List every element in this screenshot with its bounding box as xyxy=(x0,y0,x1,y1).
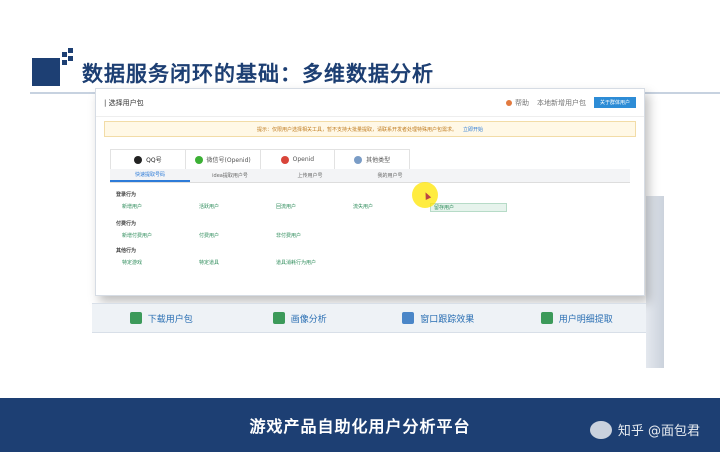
app-header: | 选择用户包 帮助 本地新增用户包 关于群体用户 xyxy=(96,89,644,117)
group-users-button[interactable]: 关于群体用户 xyxy=(593,97,636,108)
action-toolbar: 下载用户包 画像分析 窗口跟踪效果 用户明细提取 xyxy=(92,303,646,333)
profile-analysis-button[interactable]: 画像分析 xyxy=(231,304,370,332)
qq-icon xyxy=(134,155,143,164)
tab-qq[interactable]: QQ号 xyxy=(111,150,186,169)
user-icon xyxy=(505,99,512,106)
option-new-users[interactable]: 新增用户 xyxy=(122,203,199,212)
notice-link[interactable]: 立即开始 xyxy=(463,126,483,133)
watermark: 知乎 @面包君 xyxy=(589,420,700,439)
subtab-upload[interactable]: 上传用户号 xyxy=(270,169,350,182)
window-tracking-button[interactable]: 窗口跟踪效果 xyxy=(369,304,508,332)
group-label-pay: 付费行为 xyxy=(116,221,137,227)
option-returning-users[interactable]: 回流用户 xyxy=(276,203,353,212)
id-type-tabs: QQ号 微信号(Openid) Openid 其他类型 xyxy=(110,149,410,169)
logo-icon xyxy=(32,48,73,88)
slide-title: 数据服务闭环的基础：多维数据分析 xyxy=(82,62,434,86)
people-icon xyxy=(354,155,363,164)
users-icon xyxy=(402,312,415,324)
user-detail-extract-button[interactable]: 用户明细提取 xyxy=(508,304,647,332)
notice-banner: 提示：仅限用户选择相关工具，暂不支持大批量提取，请联系开发者处理特殊用户包需求。… xyxy=(104,121,636,137)
subtab-quick-extract[interactable]: 快速提取号码 xyxy=(110,169,190,182)
add-local-package-link[interactable]: 本地新增用户包 xyxy=(537,98,586,108)
option-specific-game[interactable]: 特定游戏 xyxy=(122,259,199,266)
option-non-paying-users[interactable]: 非付费用户 xyxy=(276,232,353,239)
option-retained-users[interactable]: 留存用户 xyxy=(430,203,507,212)
slide: 数据服务闭环的基础：多维数据分析 | 选择用户包 帮助 本地新增用户包 关于群体… xyxy=(0,0,720,467)
subtab-my-ids[interactable]: 我的用户号 xyxy=(350,169,430,182)
notice-text: 提示：仅限用户选择相关工具，暂不支持大批量提取，请联系开发者处理特殊用户包需求。 xyxy=(256,126,457,133)
group-items-login: 新增用户 活跃用户 回流用户 流失用户 留存用户 xyxy=(122,203,618,212)
group-items-other: 特定游戏 特定道具 道具消耗行为用户 xyxy=(122,259,618,266)
extract-method-tabs: 快速提取号码 idea提取用户号 上传用户号 我的用户号 xyxy=(110,169,630,183)
openid-icon xyxy=(280,155,289,164)
group-label-login: 登录行为 xyxy=(116,192,137,198)
decorative-side-panel xyxy=(646,196,664,368)
group-items-pay: 新增付费用户 付费用户 非付费用户 xyxy=(122,232,618,239)
download-icon xyxy=(129,312,142,324)
download-package-button[interactable]: 下载用户包 xyxy=(92,304,231,332)
tab-wechat[interactable]: 微信号(Openid) xyxy=(186,150,261,169)
group-label-other: 其他行为 xyxy=(116,248,137,254)
subtab-idea-extract[interactable]: idea提取用户号 xyxy=(190,169,270,182)
option-new-paying-users[interactable]: 新增付费用户 xyxy=(122,232,199,239)
help-link[interactable]: 帮助 xyxy=(505,98,529,108)
wechat-icon xyxy=(589,420,612,439)
chart-icon xyxy=(272,312,285,324)
tab-other[interactable]: 其他类型 xyxy=(335,150,409,169)
option-paying-users[interactable]: 付费用户 xyxy=(199,232,276,239)
option-active-users[interactable]: 活跃用户 xyxy=(199,203,276,212)
section-title: | 选择用户包 xyxy=(104,98,144,107)
option-item-consumption[interactable]: 道具消耗行为用户 xyxy=(276,259,353,266)
app-screenshot-panel: | 选择用户包 帮助 本地新增用户包 关于群体用户 提示：仅限用户选择相关工具，… xyxy=(95,88,645,296)
detail-icon xyxy=(540,312,553,324)
wechat-icon xyxy=(194,155,203,164)
option-specific-item[interactable]: 特定道具 xyxy=(199,259,276,266)
tab-openid[interactable]: Openid xyxy=(261,150,336,169)
